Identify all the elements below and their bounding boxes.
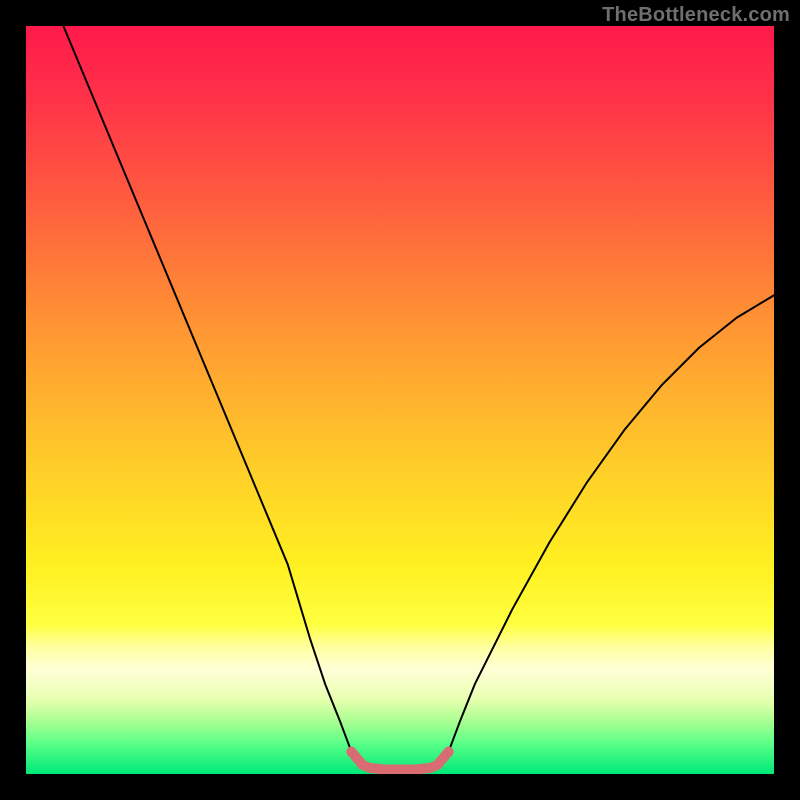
chart-background-gradient bbox=[26, 26, 774, 774]
chart-stage: TheBottleneck.com bbox=[0, 0, 800, 800]
watermark-text: TheBottleneck.com bbox=[602, 4, 790, 27]
chart-plot-area bbox=[26, 26, 774, 774]
